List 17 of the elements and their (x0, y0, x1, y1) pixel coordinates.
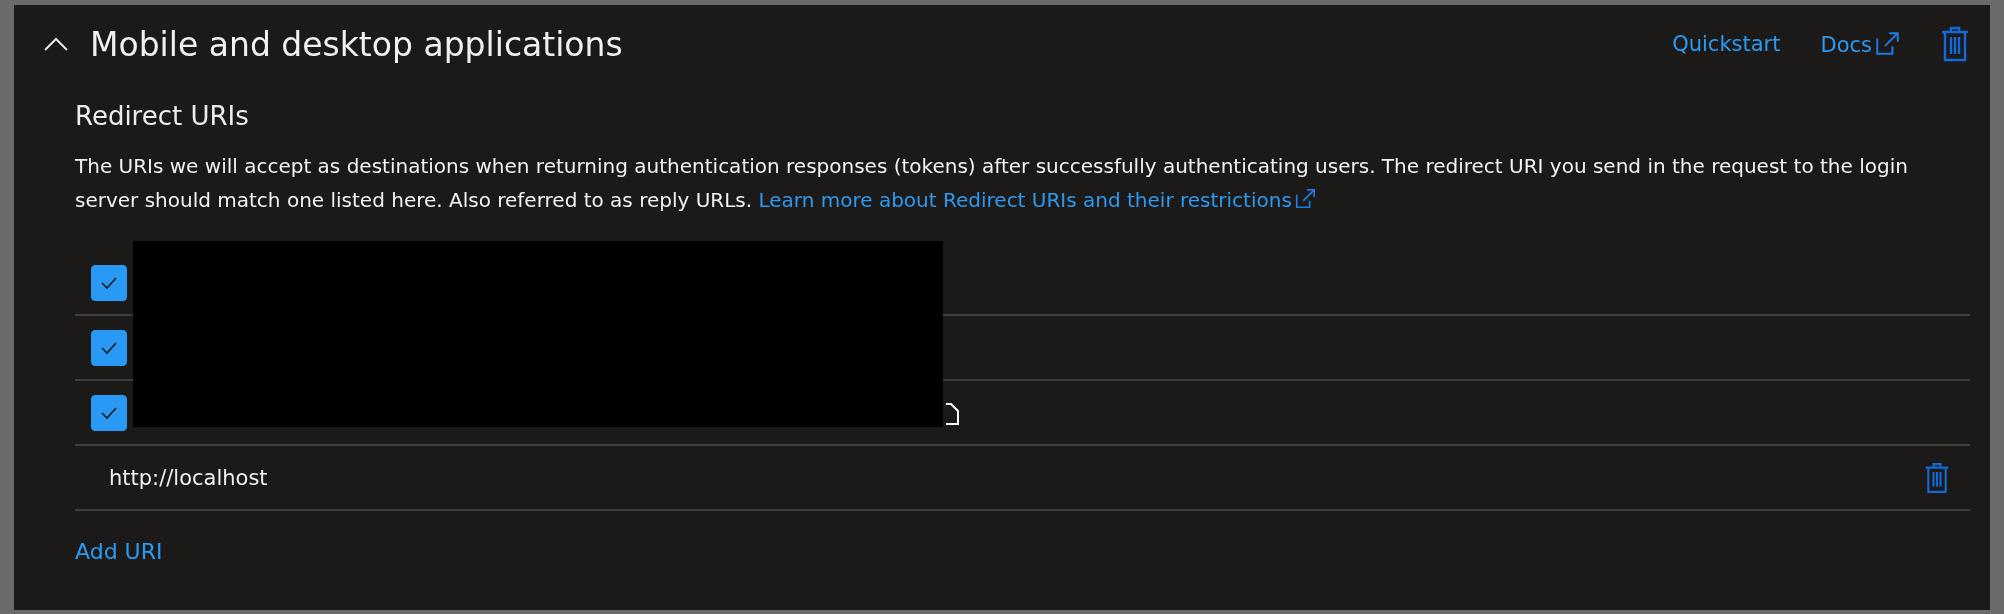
checkbox[interactable] (91, 329, 127, 366)
delete-icon[interactable] (1940, 25, 1970, 63)
delete-icon[interactable] (1924, 460, 1950, 495)
external-link-icon[interactable] (1293, 188, 1316, 210)
header-link[interactable]: Docs (1820, 31, 1900, 57)
header-link[interactable]: Quickstart (1672, 32, 1781, 56)
chevron-icon[interactable] (44, 37, 68, 51)
checkbox[interactable] (91, 394, 127, 431)
add-uri-link[interactable]: Add URI (75, 539, 163, 564)
learn-more-link[interactable]: Learn more about Redirect URIs and their restrictions (758, 188, 1316, 212)
copy-icon[interactable] (945, 403, 959, 425)
external-link-icon[interactable] (1874, 31, 1900, 57)
section-title: Mobile and desktop applications (90, 24, 623, 64)
redirect-description: The URIs we will accept as destinations when returning authentication responses (tokens) after successfully authenticating users. The redirect URI you send in the request to the login server should match one listed here. Also referred to as reply URLs. Learn more about Redirect URIs and their restrictions (75, 153, 1909, 214)
redirect-heading: Redirect URIs (75, 101, 250, 131)
checkbox[interactable] (91, 264, 127, 301)
uri-value[interactable]: http://localhost (91, 465, 268, 490)
